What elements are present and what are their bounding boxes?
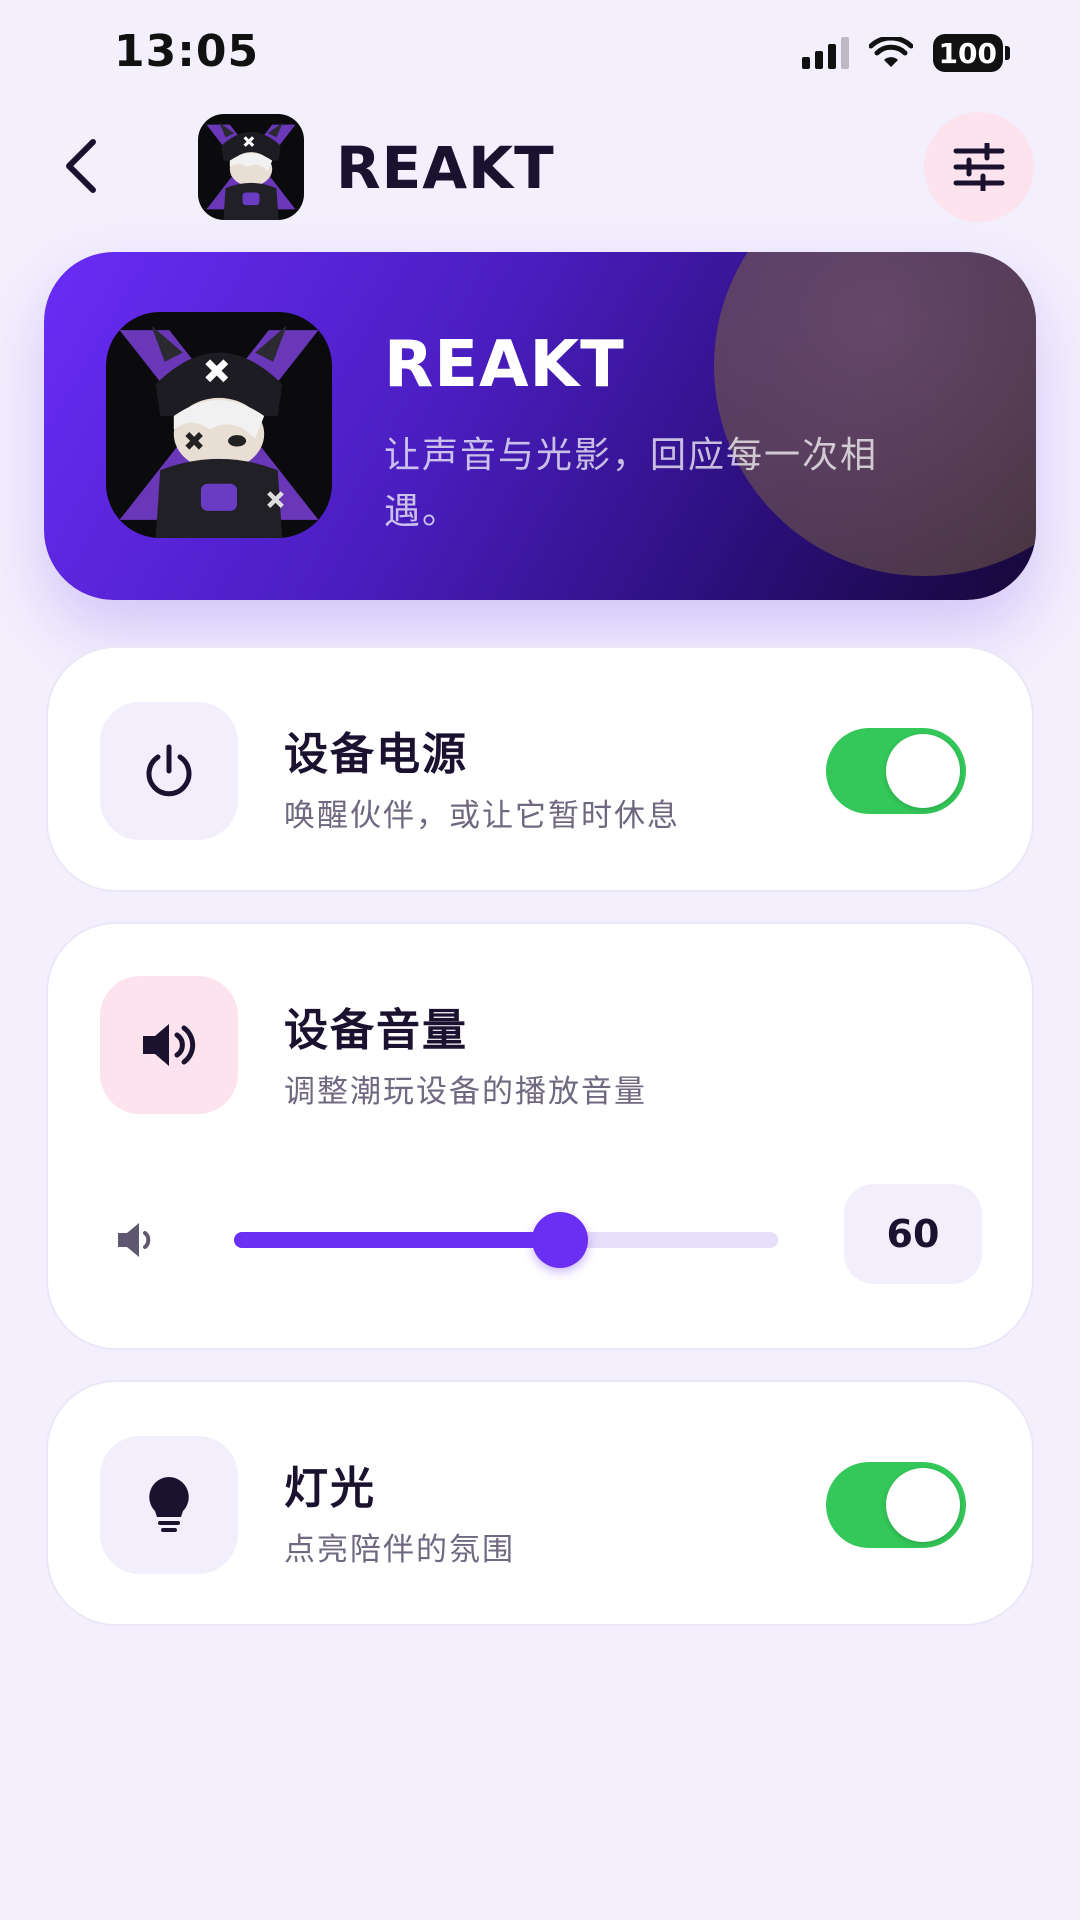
volume-slider[interactable]	[234, 1212, 778, 1268]
wifi-icon	[868, 37, 913, 67]
power-icon	[146, 744, 192, 797]
volume-slider-fill	[234, 1232, 561, 1248]
speaker-low-icon	[118, 1223, 151, 1257]
status-time: 13:05	[114, 26, 260, 77]
light-title: 灯光	[284, 1463, 376, 1514]
power-title: 设备电源	[284, 729, 468, 780]
status-bar: 13:05 100	[0, 0, 1080, 106]
light-icon-box	[100, 1436, 238, 1574]
volume-title: 设备音量	[284, 1005, 468, 1056]
device-avatar	[198, 114, 304, 220]
power-card: 设备电源 唤醒伙伴，或让它暂时休息	[46, 646, 1034, 892]
back-button[interactable]	[46, 128, 116, 204]
hero-card: REAKT 让声音与光影，回应每一次相遇。	[44, 252, 1036, 600]
light-card: 灯光 点亮陪伴的氛围	[46, 1380, 1034, 1626]
volume-slider-thumb[interactable]	[532, 1212, 589, 1268]
hero-title: REAKT	[384, 328, 625, 402]
cellular-signal-icon	[801, 37, 849, 69]
sliders-icon	[953, 143, 1005, 191]
volume-card: 设备音量 调整潮玩设备的播放音量 60	[46, 922, 1034, 1350]
volume-description: 调整潮玩设备的播放音量	[284, 1074, 647, 1110]
volume-icon-box	[100, 976, 238, 1114]
page-title: REAKT	[336, 134, 555, 202]
power-icon-box	[100, 702, 238, 840]
light-description: 点亮陪伴的氛围	[284, 1532, 515, 1568]
battery-level: 100	[932, 34, 1003, 72]
status-indicators: 100	[801, 30, 1010, 76]
toggle-knob	[886, 734, 960, 808]
battery-icon: 100	[932, 34, 1010, 72]
hero-avatar	[106, 312, 332, 538]
power-toggle[interactable]	[826, 728, 966, 814]
settings-button[interactable]	[924, 112, 1034, 222]
lightbulb-icon	[149, 1477, 189, 1532]
character-avatar-image	[106, 312, 332, 538]
header: REAKT	[0, 106, 1080, 226]
light-toggle[interactable]	[826, 1462, 966, 1548]
toggle-knob	[886, 1468, 960, 1542]
speaker-icon	[143, 1024, 196, 1066]
hero-subtitle: 让声音与光影，回应每一次相遇。	[384, 435, 879, 532]
character-avatar-image	[198, 114, 304, 220]
power-description: 唤醒伙伴，或让它暂时休息	[284, 798, 680, 834]
volume-value: 60	[844, 1184, 982, 1284]
chevron-left-icon	[66, 139, 96, 193]
